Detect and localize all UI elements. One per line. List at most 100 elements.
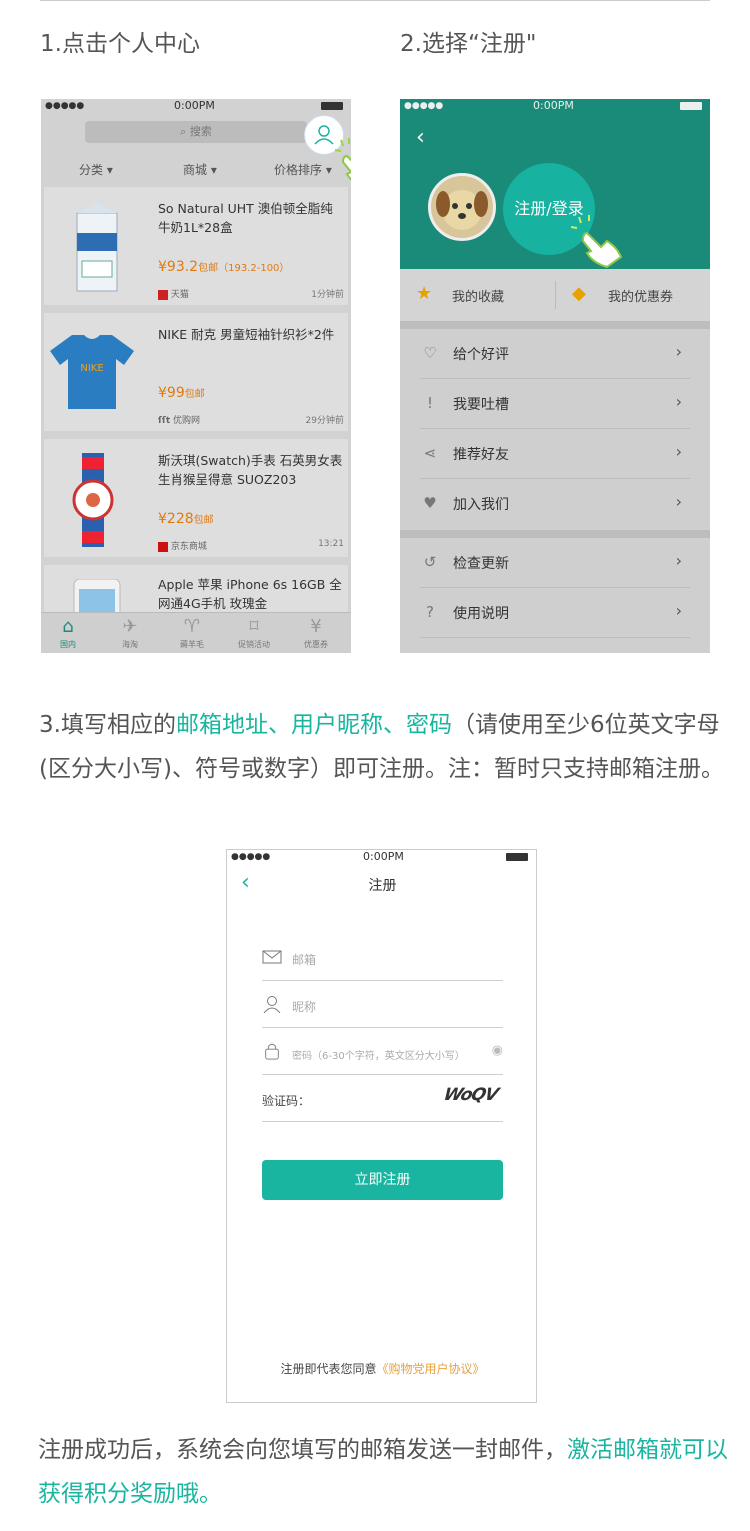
password-field[interactable]: 密码（6-30个字符，英文区分大小写） ◉ — [262, 1028, 503, 1075]
envelope-icon — [262, 950, 282, 964]
tab-overseas[interactable]: ✈ 海淘 — [105, 615, 155, 650]
sheep-icon: ♈ — [183, 616, 201, 637]
yougou-icon: ſſt — [158, 416, 171, 426]
user-agreement-link[interactable]: 《购物党用户协议》 — [377, 1362, 485, 1376]
register-button[interactable]: 立即注册 — [262, 1160, 503, 1200]
battery-icon — [506, 853, 528, 861]
home-icon: ⌂ — [62, 616, 74, 637]
handshake-icon: ♥ — [423, 494, 437, 512]
svg-text:NIKE: NIKE — [80, 363, 103, 374]
search-placeholder: 搜索 — [189, 125, 212, 138]
share-icon: ⋖ — [423, 444, 437, 462]
product-title: 斯沃琪(Swatch)手表 石英男女表生肖猴呈得意 SUOZ203 — [158, 453, 343, 487]
captcha-image[interactable]: WoQV — [441, 1085, 499, 1105]
comment-heart-icon: ♡ — [423, 344, 437, 362]
menu-row-update[interactable]: ↺ 检查更新 › — [420, 538, 690, 588]
person-icon — [263, 996, 281, 1013]
chevron-right-icon: › — [675, 551, 682, 570]
my-coupons-button[interactable]: ◆ 我的优惠券 — [572, 283, 673, 305]
chevron-right-icon: › — [675, 392, 682, 411]
tab-domestic[interactable]: ⌂ 国内 — [43, 615, 93, 650]
search-icon: ⌕ — [180, 125, 190, 138]
eye-icon[interactable]: ◉ — [492, 1043, 503, 1058]
my-favorites-button[interactable]: ★ 我的收藏 — [416, 283, 504, 305]
status-bar: ●●●●● 0:00PM — [41, 99, 351, 113]
step1-title: 1.点击个人中心 — [40, 31, 200, 57]
menu-row-rate[interactable]: ♡ 给个好评 › — [420, 329, 690, 379]
product-source: 京东商城 — [158, 539, 207, 552]
phone-profile-screen: ●●●●● 0:00PM ‹ 注册/登录 ★ 我的收藏 ◆ 我的优惠券 ♡ 给个好… — [400, 99, 710, 653]
battery-icon — [680, 102, 702, 110]
step3-highlight: 邮箱地址、用户昵称、密码 — [175, 712, 452, 738]
chevron-right-icon: › — [675, 492, 682, 511]
menu-row-share[interactable]: ⋖ 推荐好友 › — [420, 429, 690, 479]
section-gap — [400, 321, 710, 329]
tmall-icon — [158, 289, 168, 300]
list-item[interactable]: 斯沃琪(Swatch)手表 石英男女表生肖猴呈得意 SUOZ203 ¥228包邮… — [44, 439, 348, 557]
star-icon: ★ — [416, 283, 433, 304]
tap-hand-icon — [334, 138, 351, 181]
avatar[interactable] — [428, 173, 496, 241]
phone-register-screen: ●●●●● 0:00PM ‹ 注册 邮箱 昵称 密码（6-30个字符，英文区分大… — [226, 849, 537, 1403]
nickname-field[interactable]: 昵称 — [262, 981, 503, 1028]
battery-icon — [321, 102, 343, 110]
step2-title: 2.选择“注册" — [400, 31, 537, 57]
history-icon: ↺ — [423, 553, 437, 571]
status-bar: ●●●●● 0:00PM — [400, 99, 710, 113]
product-price: ¥228包邮 — [158, 511, 214, 527]
dog-avatar-icon — [436, 190, 488, 230]
coupon-icon: ◆ — [572, 283, 586, 304]
watch-image — [72, 453, 114, 547]
agreement-text: 注册即代表您同意《购物党用户协议》 — [280, 1362, 485, 1376]
list-item[interactable]: So Natural UHT 澳伯顿全脂纯牛奶1L*28盒 ¥93.2包邮（19… — [44, 187, 348, 305]
product-title: So Natural UHT 澳伯顿全脂纯牛奶1L*28盒 — [158, 201, 333, 235]
milk-carton-image — [76, 203, 118, 292]
divider — [555, 281, 556, 309]
top-divider — [40, 0, 710, 1]
tag-icon: ⌑ — [249, 616, 259, 637]
product-time: 13:21 — [318, 539, 344, 549]
chevron-right-icon: › — [675, 342, 682, 361]
tab-promotions[interactable]: ⌑ 促销活动 — [229, 615, 279, 650]
final-note: 注册成功后，系统会向您填写的邮箱发送一封邮件，激活邮箱就可以获得积分奖励哦。 — [38, 1437, 728, 1507]
list-item[interactable]: NIKE NIKE 耐克 男童短袖针织衫*2件 ¥99包邮 ſſt 优购网 29… — [44, 313, 348, 431]
chevron-right-icon: › — [675, 601, 682, 620]
captcha-label: 验证码： — [262, 1094, 311, 1108]
bottom-tab-bar: ⌂ 国内 ✈ 海淘 ♈ 薅羊毛 ⌑ 促销活动 ¥ 优惠券 — [41, 612, 351, 653]
signal-icon: ●●●●● — [231, 852, 271, 862]
step3-instructions: 3.填写相应的邮箱地址、用户昵称、密码（请使用至少6位英文字母(区分大小写)、符… — [39, 712, 724, 782]
favorites-coupons-bar: ★ 我的收藏 ◆ 我的优惠券 — [400, 269, 710, 321]
menu-row-feedback[interactable]: ! 我要吐槽 › — [420, 379, 690, 429]
feedback-icon: ! — [426, 394, 433, 412]
section-gap — [400, 530, 710, 538]
tap-hand-icon — [570, 215, 623, 269]
product-price: ¥93.2包邮（193.2-100） — [158, 259, 290, 275]
status-bar: ●●●●● 0:00PM — [227, 850, 536, 864]
tab-freebies[interactable]: ♈ 薅羊毛 — [167, 615, 217, 650]
lock-icon — [265, 1043, 279, 1060]
ticket-icon: ¥ — [310, 616, 322, 637]
product-source: ſſt 优购网 — [158, 416, 201, 426]
product-price: ¥99包邮 — [158, 385, 205, 401]
email-field[interactable]: 邮箱 — [262, 934, 503, 981]
jd-icon — [158, 541, 168, 552]
signal-icon: ●●●●● — [45, 101, 85, 111]
tab-coupons[interactable]: ¥ 优惠券 — [291, 615, 341, 650]
product-time: 1分钟前 — [311, 290, 344, 300]
page-title: 注册 — [368, 878, 397, 894]
product-title: NIKE 耐克 男童短袖针织衫*2件 — [158, 327, 335, 342]
filter-mall[interactable]: 商城 ▾ — [183, 161, 217, 178]
search-input[interactable]: ⌕ 搜索 — [85, 121, 307, 143]
menu-row-join[interactable]: ♥ 加入我们 › — [420, 479, 690, 529]
phone-home-screen: ●●●●● 0:00PM ⌕ 搜索 分类 ▾ 商城 ▾ 价格排序 ▾ So Na… — [41, 99, 351, 653]
help-icon: ? — [426, 603, 434, 621]
menu-row-help[interactable]: ? 使用说明 › — [420, 588, 690, 638]
filter-price-sort[interactable]: 价格排序 ▾ — [274, 161, 332, 178]
back-icon[interactable]: ‹ — [416, 125, 425, 150]
plane-icon: ✈ — [122, 616, 138, 637]
filter-category[interactable]: 分类 ▾ — [79, 161, 113, 178]
chevron-right-icon: › — [675, 442, 682, 461]
signal-icon: ●●●●● — [404, 101, 444, 111]
status-time: 0:00PM — [174, 99, 215, 112]
captcha-field[interactable]: 验证码： WoQV — [262, 1075, 503, 1122]
